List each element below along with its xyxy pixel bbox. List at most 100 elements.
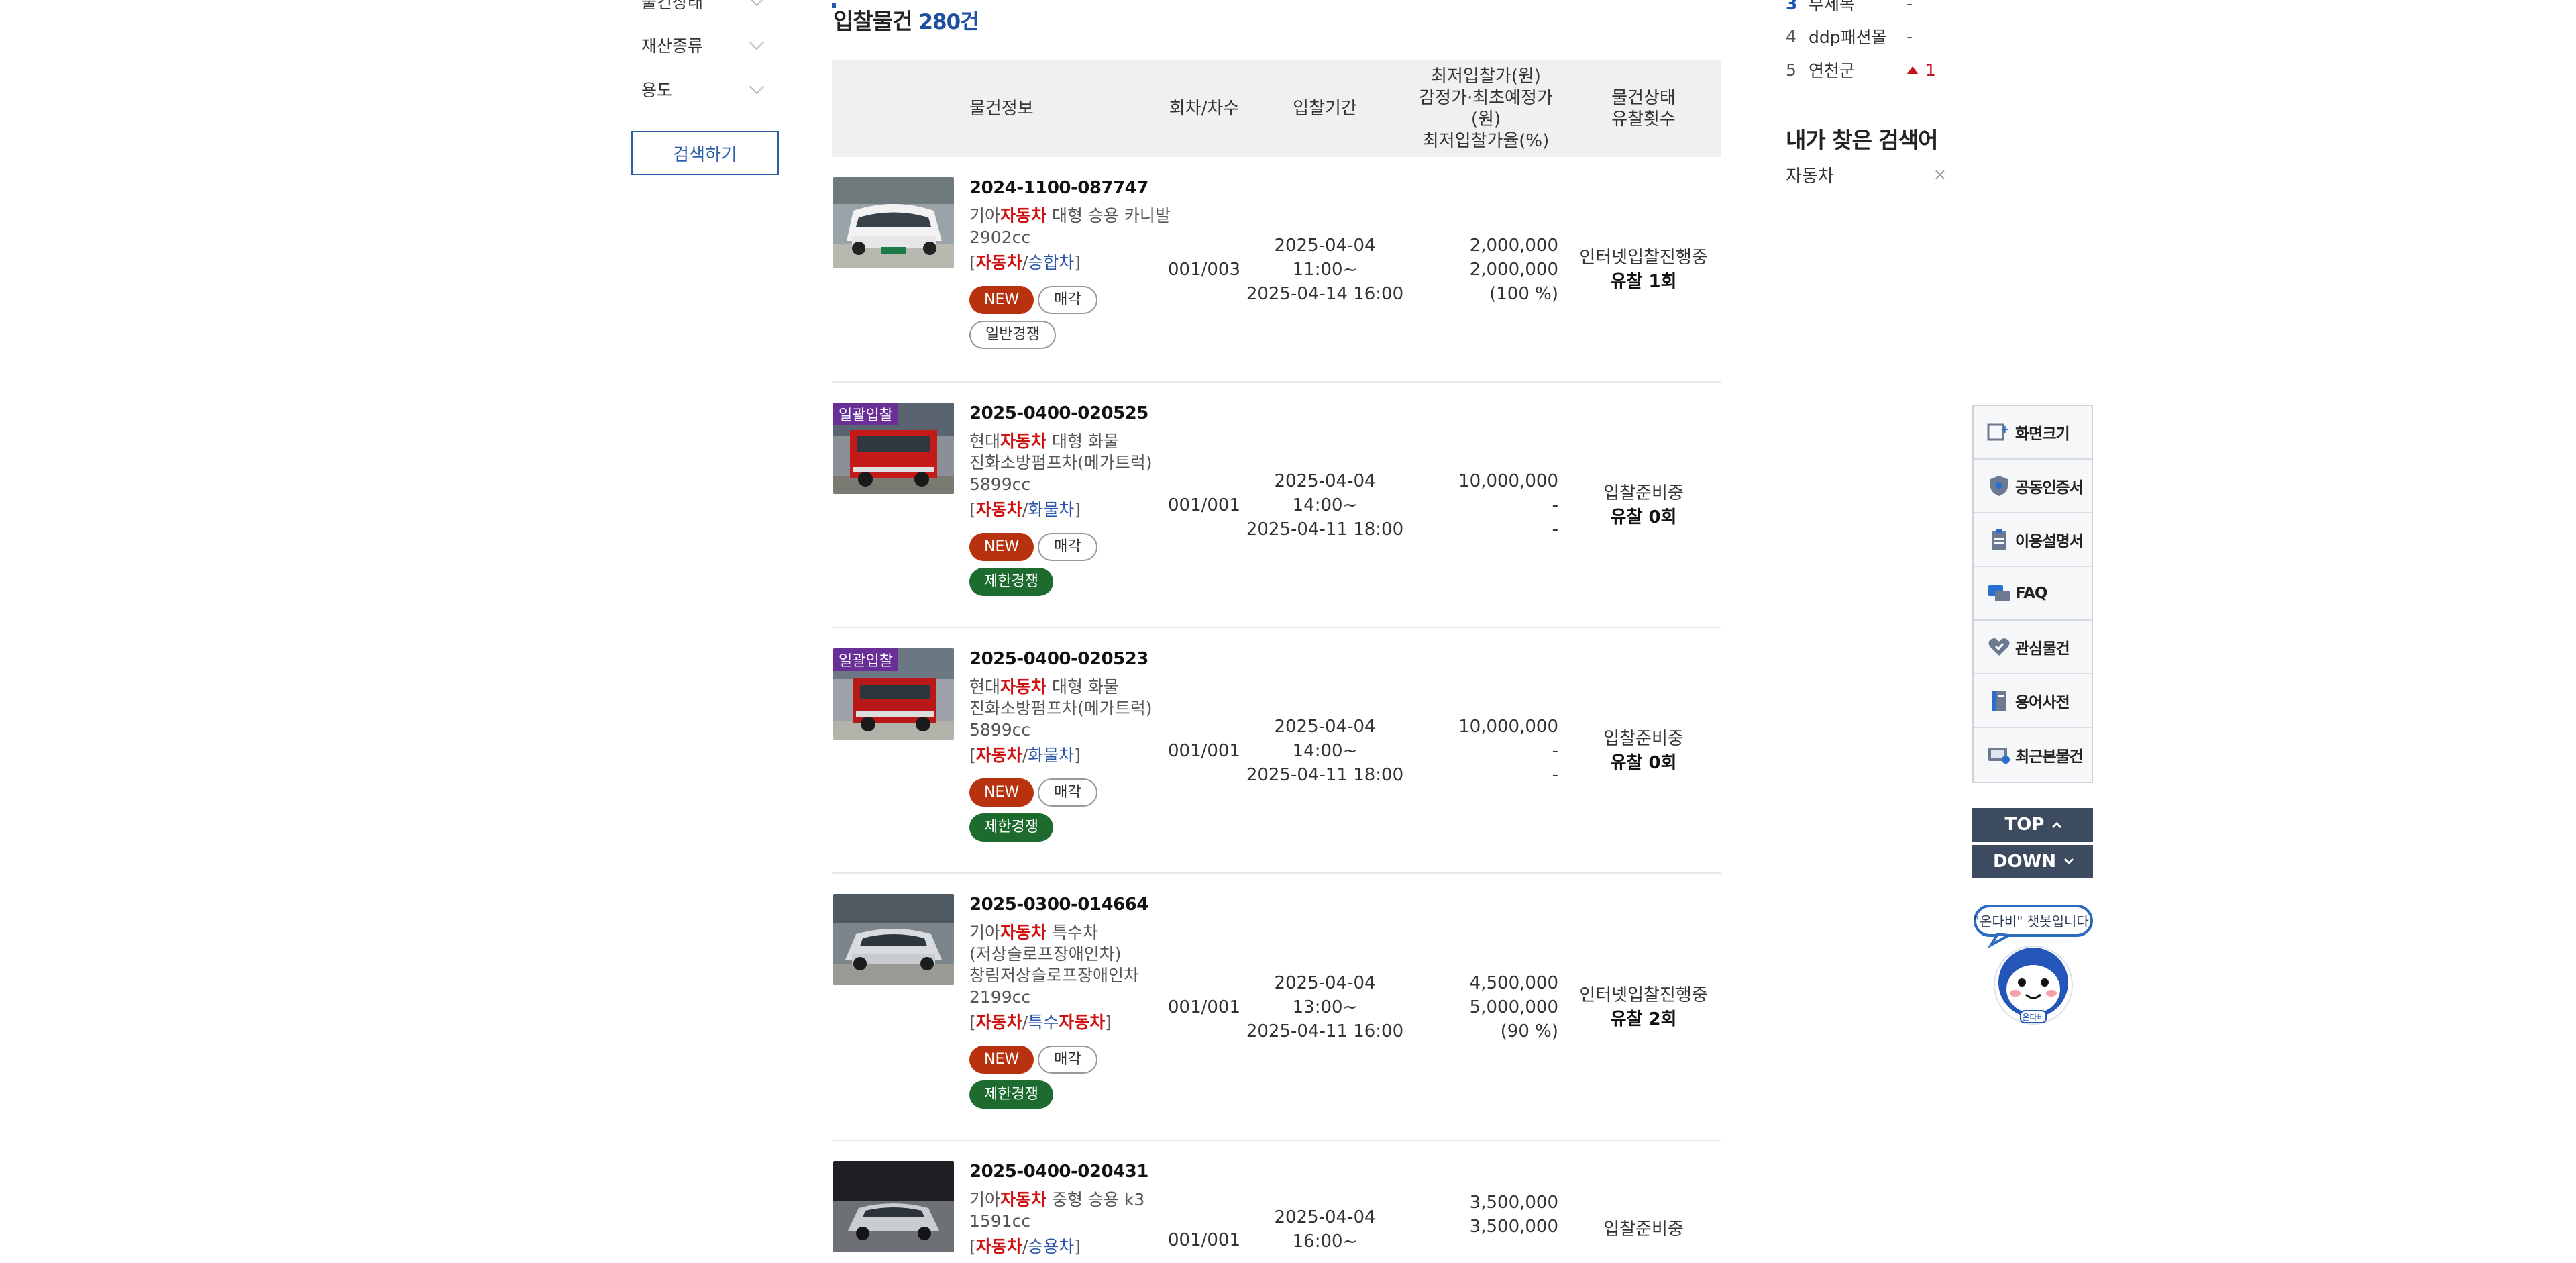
item-number[interactable]: 2025-0400-020431 [969,1161,1174,1182]
quick-screen-size[interactable]: + 화면크기 [1974,406,2092,460]
price-cell: 10,000,000 - - [1458,717,1558,785]
item-title[interactable]: 현대자동차 대형 화물 진화소방펌프차(메가트럭) 5899cc [969,676,1174,741]
chevron-down-icon [749,34,765,50]
ranking-item[interactable]: 3 부세목 - [1786,0,1947,20]
header-price: 최저입찰가(원) 감정가·최초예정가(원) 최저입찰가율(%) [1419,66,1553,151]
recent-view-icon [1986,742,2012,768]
period-cell: 2025-04-04 11:00~ 2025-04-14 16:00 [1246,236,1404,304]
item-number[interactable]: 2025-0400-020525 [969,403,1174,424]
item-info: 2025-0400-020431 기아자동차 중형 승용 k3 1591cc [자… [969,1161,1174,1258]
result-count: 280건 [918,9,979,34]
item-category: [자동차/승합차] [969,253,1081,272]
price-cell: 3,500,000 3,500,000 [1469,1193,1558,1237]
round-cell: 001/001 [1167,495,1240,515]
item-number[interactable]: 2024-1100-087747 [969,177,1174,199]
item-thumbnail[interactable] [833,1161,954,1252]
quick-faq[interactable]: FAQ [1974,567,2092,621]
item-number[interactable]: 2025-0300-014664 [969,894,1174,915]
manual-icon [1986,526,2012,553]
chevron-up-icon [2052,821,2062,832]
quick-interest[interactable]: 관심물건 [1974,621,2092,674]
quick-recent-view[interactable]: 최근본물건 [1974,728,2092,782]
quick-certificate[interactable]: 공동인증서 [1974,460,2092,513]
round-cell: 001/001 [1167,997,1240,1017]
close-icon[interactable]: × [1933,165,1947,184]
filter-usage[interactable]: 용도 [641,76,775,103]
car-photo [833,1161,954,1252]
table-row[interactable]: 2025-0300-014664 기아자동차 특수차 (저상슬로프장애인차) 창림저… [832,874,1721,1141]
filter-property-type[interactable]: 재산종류 [641,32,775,58]
header-period: 입찰기간 [1293,99,1357,119]
quick-manual[interactable]: 이용설명서 [1974,513,2092,567]
item-number[interactable]: 2025-0400-020523 [969,648,1174,670]
status-cell: 인터넷입찰진행중 유찰 2회 [1579,985,1708,1029]
table-header: 물건정보 회차/차수 입찰기간 최저입찰가(원) 감정가·최초예정가(원) 최저… [832,60,1721,157]
table-row[interactable]: 2024-1100-087747 기아자동차 대형 승용 카니발 2902cc [… [832,157,1721,383]
quick-menu: + 화면크기 공동인증서 이용설명서 FAQ 관심물건 용어사전 최근본물건 [1972,405,2093,783]
new-badge: NEW [969,286,1034,314]
chevron-down-icon [749,79,765,95]
round-cell: 001/001 [1167,741,1240,761]
status-cell: 입찰준비중 [1603,1219,1684,1240]
table-row[interactable]: 일괄입찰 2025-0400-020525 현대자동차 대형 화물 진화소방펌프차… [832,383,1721,628]
chevron-down-icon [749,0,765,7]
heart-icon [1986,634,2012,660]
competition-badge: 제한경쟁 [969,1080,1053,1109]
ranking-item[interactable]: 5 연천군 1 [1786,53,1947,87]
item-info: 2024-1100-087747 기아자동차 대형 승용 카니발 2902cc [… [969,177,1174,349]
price-cell: 4,500,000 5,000,000 (90 %) [1469,973,1558,1042]
chatbot-bubble-text: "온다비" 챗봇입니다. [1974,913,2093,929]
faq-icon [1986,580,2012,607]
period-cell: 2025-04-04 14:00~ 2025-04-11 18:00 [1246,717,1404,785]
status-cell: 입찰준비중 유찰 0회 [1603,729,1684,773]
quick-dictionary[interactable]: 용어사전 [1974,674,2092,728]
title-marker [832,3,836,8]
item-title[interactable]: 기아자동차 중형 승용 k3 1591cc [969,1189,1174,1232]
sale-badge: 매각 [1038,286,1097,314]
price-cell: 10,000,000 - - [1458,471,1558,540]
new-badge: NEW [969,533,1034,561]
down-button[interactable]: DOWN [1972,845,2093,878]
top-button[interactable]: TOP [1972,808,2093,842]
competition-badge: 제한경쟁 [969,813,1053,842]
status-cell: 입찰준비중 유찰 0회 [1603,483,1684,527]
badge-group: NEW 매각 [969,286,1174,314]
badge-group: NEW 매각 [969,533,1174,561]
recent-search-item[interactable]: 자동차 × [1786,161,1947,188]
item-title[interactable]: 기아자동차 특수차 (저상슬로프장애인차) 창림저상슬로프장애인차 2199cc [969,922,1174,1008]
certificate-icon [1986,472,2012,499]
badge-group: NEW 매각 [969,778,1174,807]
sale-badge: 매각 [1038,533,1097,561]
van-photo [833,177,954,268]
screen-size-icon: + [1986,419,2012,446]
item-category: [자동차/승용차] [969,1237,1081,1256]
search-button[interactable]: 검색하기 [631,131,779,175]
competition-badge: 제한경쟁 [969,568,1053,596]
car-photo [833,894,954,985]
item-thumbnail[interactable]: 일괄입찰 [833,648,954,740]
rank-up-icon: 1 [1907,60,1947,80]
sale-badge: 매각 [1038,778,1097,807]
item-thumbnail[interactable] [833,894,954,985]
new-badge: NEW [969,778,1034,807]
table-row[interactable]: 2025-0400-020431 기아자동차 중형 승용 k3 1591cc [자… [832,1141,1721,1263]
ranking-item[interactable]: 4 ddp패션몰 - [1786,19,1947,53]
item-category: [자동차/특수자동차] [969,1013,1112,1032]
competition-badge: 일반경쟁 [969,321,1056,349]
item-thumbnail[interactable] [833,177,954,268]
header-round: 회차/차수 [1169,99,1240,119]
item-info: 2025-0400-020525 현대자동차 대형 화물 진화소방펌프차(메가트럭… [969,403,1174,596]
period-cell: 2025-04-04 13:00~ 2025-04-11 16:00 [1246,973,1404,1042]
round-cell: 001/003 [1167,260,1240,280]
item-thumbnail[interactable]: 일괄입찰 [833,403,954,494]
table-row[interactable]: 일괄입찰 2025-0400-020523 현대자동차 대형 화물 진화소방펌프차… [832,628,1721,874]
filter-status[interactable]: 물건상태 [641,0,775,15]
status-cell: 인터넷입찰진행중 유찰 1회 [1579,248,1708,292]
chatbot-button[interactable]: "온다비" 챗봇입니다. 온다비 [1971,903,2096,1028]
item-category: [자동차/화물차] [969,500,1081,519]
header-info: 물건정보 [969,99,1034,119]
item-title[interactable]: 기아자동차 대형 승용 카니발 2902cc [969,205,1174,248]
chatbot-mascot-icon: "온다비" 챗봇입니다. 온다비 [1974,905,2093,1025]
item-title[interactable]: 현대자동차 대형 화물 진화소방펌프차(메가트럭) 5899cc [969,431,1174,495]
badge-group: NEW 매각 [969,1046,1174,1074]
